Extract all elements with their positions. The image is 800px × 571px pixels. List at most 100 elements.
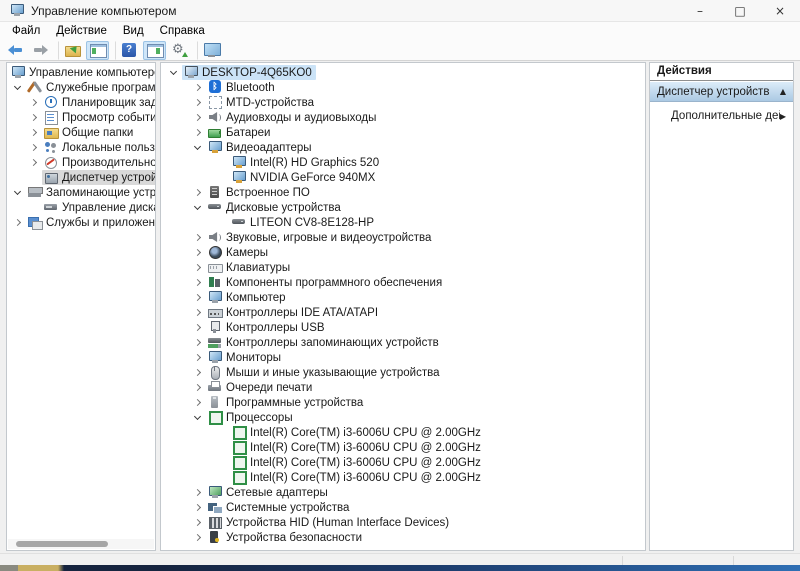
chevron-icon[interactable] [189, 485, 206, 500]
tree-item[interactable]: Intel(R) Core(TM) i3-6006U CPU @ 2.00GHz [161, 455, 645, 470]
tree-item[interactable]: Программные устройства [161, 395, 645, 410]
chevron-icon[interactable] [213, 440, 230, 455]
tree-item[interactable]: Дисковые устройства [161, 200, 645, 215]
tree-item[interactable]: Производительность [7, 155, 155, 170]
properties-button[interactable] [168, 41, 191, 60]
tree-item[interactable]: LITEON CV8-8E128-HP [161, 215, 645, 230]
chevron-icon[interactable] [189, 500, 206, 515]
chevron-icon[interactable] [189, 365, 206, 380]
tree-item[interactable]: Локальные пользовате [7, 140, 155, 155]
tree-item[interactable]: Контроллеры USB [161, 320, 645, 335]
tree-item[interactable]: Устройства безопасности [161, 530, 645, 545]
tree-item[interactable]: Служебные программы [7, 80, 155, 95]
scrollbar-thumb[interactable] [16, 541, 108, 547]
menu-help[interactable]: Справка [152, 24, 213, 38]
chevron-icon[interactable] [213, 470, 230, 485]
tree-item[interactable]: Аудиовходы и аудиовыходы [161, 110, 645, 125]
chevron-icon[interactable] [189, 80, 206, 95]
menu-file[interactable]: Файл [4, 24, 48, 38]
chevron-icon[interactable] [189, 335, 206, 350]
tree-item[interactable]: Звуковые, игровые и видеоустройства [161, 230, 645, 245]
help-button[interactable] [115, 41, 141, 60]
menu-action[interactable]: Действие [48, 24, 115, 38]
chevron-icon[interactable] [213, 425, 230, 440]
chevron-icon[interactable] [25, 110, 42, 125]
tree-item[interactable]: NVIDIA GeForce 940MX [161, 170, 645, 185]
tree-item[interactable]: Системные устройства [161, 500, 645, 515]
chevron-icon[interactable] [9, 215, 26, 230]
chevron-icon[interactable] [189, 125, 206, 140]
tree-item[interactable]: Видеоадаптеры [161, 140, 645, 155]
tree-item[interactable]: Устройства HID (Human Interface Devices) [161, 515, 645, 530]
export-list-button[interactable] [58, 41, 84, 60]
tree-item[interactable]: Встроенное ПО [161, 185, 645, 200]
chevron-icon[interactable] [213, 170, 230, 185]
menu-view[interactable]: Вид [115, 24, 152, 38]
maximize-button[interactable]: □ [720, 0, 760, 21]
tree-item[interactable]: Планировщик заданий [7, 95, 155, 110]
chevron-icon[interactable] [25, 95, 42, 110]
minimize-button[interactable]: – [680, 0, 720, 21]
tree-item[interactable]: Общие папки [7, 125, 155, 140]
collapse-arrow-icon[interactable]: ▲ [780, 87, 786, 96]
actions-item-more[interactable]: Дополнительные дейс… ▶ [650, 102, 793, 122]
chevron-icon[interactable] [165, 65, 182, 80]
horizontal-scrollbar[interactable] [8, 539, 154, 549]
chevron-icon[interactable] [9, 185, 26, 200]
tree-item[interactable]: Процессоры [161, 410, 645, 425]
chevron-icon[interactable] [189, 110, 206, 125]
chevron-icon[interactable] [189, 350, 206, 365]
chevron-icon[interactable] [25, 170, 42, 185]
tree-item[interactable]: Управление компьютером (ло [7, 65, 155, 80]
chevron-icon[interactable] [9, 80, 26, 95]
chevron-icon[interactable] [189, 410, 206, 425]
back-button[interactable] [4, 41, 27, 60]
tree-item[interactable]: Intel(R) Core(TM) i3-6006U CPU @ 2.00GHz [161, 470, 645, 485]
chevron-icon[interactable] [189, 95, 206, 110]
chevron-icon[interactable] [213, 155, 230, 170]
chevron-icon[interactable] [189, 380, 206, 395]
tree-item[interactable]: Мониторы [161, 350, 645, 365]
chevron-icon[interactable] [25, 125, 42, 140]
chevron-icon[interactable] [189, 395, 206, 410]
tree-item[interactable]: Мыши и иные указывающие устройства [161, 365, 645, 380]
tree-item[interactable]: DESKTOP-4Q65KO0 [161, 65, 645, 80]
tree-item[interactable]: Батареи [161, 125, 645, 140]
tree-item[interactable]: Intel(R) Core(TM) i3-6006U CPU @ 2.00GHz [161, 425, 645, 440]
chevron-icon[interactable] [213, 455, 230, 470]
tree-item[interactable]: Диспетчер устройств [7, 170, 155, 185]
chevron-icon[interactable] [189, 530, 206, 545]
tree-item[interactable]: Компьютер [161, 290, 645, 305]
tree-item[interactable]: Просмотр событий [7, 110, 155, 125]
chevron-icon[interactable] [189, 275, 206, 290]
chevron-icon[interactable] [25, 200, 42, 215]
tree-item[interactable]: Службы и приложения [7, 215, 155, 230]
actions-section-header[interactable]: Диспетчер устройств ▲ [650, 81, 793, 102]
chevron-icon[interactable] [189, 245, 206, 260]
tree-item[interactable]: Клавиатуры [161, 260, 645, 275]
chevron-icon[interactable] [189, 320, 206, 335]
chevron-icon[interactable] [213, 215, 230, 230]
tree-item[interactable]: Очереди печати [161, 380, 645, 395]
chevron-icon[interactable] [25, 155, 42, 170]
tree-item[interactable]: Камеры [161, 245, 645, 260]
chevron-icon[interactable] [189, 140, 206, 155]
tree-item[interactable]: Bluetooth [161, 80, 645, 95]
tree-item[interactable]: Компоненты программного обеспечения [161, 275, 645, 290]
tree-item[interactable]: Управление дисками [7, 200, 155, 215]
chevron-icon[interactable] [189, 290, 206, 305]
chevron-icon[interactable] [189, 200, 206, 215]
chevron-icon[interactable] [189, 515, 206, 530]
tree-item[interactable]: Запоминающие устройств [7, 185, 155, 200]
remote-screen-button[interactable] [197, 41, 223, 60]
close-button[interactable]: × [760, 0, 800, 21]
tree-item[interactable]: MTD-устройства [161, 95, 645, 110]
console-tree-toggle-button[interactable] [86, 41, 109, 60]
forward-button[interactable] [29, 41, 52, 60]
chevron-icon[interactable] [189, 260, 206, 275]
chevron-icon[interactable] [189, 230, 206, 245]
tree-item[interactable]: Контроллеры IDE ATA/ATAPI [161, 305, 645, 320]
tree-item[interactable]: Intel(R) HD Graphics 520 [161, 155, 645, 170]
tree-item[interactable]: Контроллеры запоминающих устройств [161, 335, 645, 350]
action-pane-toggle-button[interactable] [143, 41, 166, 60]
